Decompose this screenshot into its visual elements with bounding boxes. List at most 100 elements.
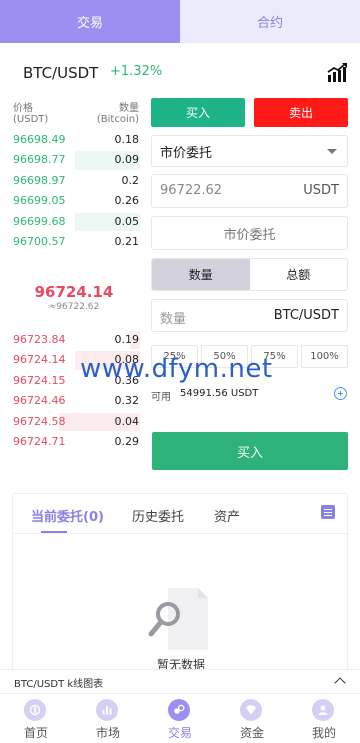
ask-price: 96724.15 (13, 373, 66, 387)
qty-column-unit: (Bitcoin) (96, 114, 139, 125)
active-tab-underline (41, 531, 67, 533)
nav-trade-label: 交易 (167, 726, 192, 740)
bid-row[interactable]: 96698.77 0.09 (0, 150, 148, 170)
last-price-approx: ≈96722.62 (48, 302, 100, 312)
bid-qty: 0.26 (114, 194, 140, 208)
tab-assets[interactable]: 资产 (214, 506, 240, 525)
ask-qty: 0.32 (114, 394, 140, 408)
last-price-value: 96724.14 (34, 283, 114, 301)
orders-panel: 当前委托(0) 历史委托 资产 暂无数据 (12, 493, 349, 673)
nav-market-label: 市场 (95, 726, 120, 740)
price-input[interactable]: 96722.62 USDT (151, 174, 348, 208)
ask-price: 96724.46 (13, 394, 66, 408)
ask-row[interactable]: 96723.84 0.19 (0, 330, 148, 350)
available-label: 可用 (151, 392, 171, 403)
ask-row[interactable]: 96724.15 0.36 (0, 371, 148, 391)
amount-mode-tabs: 数量 总额 (151, 258, 348, 291)
tab-order-history[interactable]: 历史委托 (132, 506, 184, 525)
market-order-field[interactable]: 市价委托 (151, 216, 348, 250)
bid-row[interactable]: 96700.57 0.21 (0, 232, 148, 252)
bid-list: 96698.49 0.18 96698.77 0.09 96698.97 0.2 96… (0, 130, 148, 252)
pair-header: BTC/USDT +1.32% (0, 60, 360, 88)
ask-price: 96724.14 (13, 353, 66, 367)
bid-price: 96698.97 (13, 173, 66, 187)
bid-row[interactable]: 96698.49 0.18 (0, 130, 148, 150)
price-column-label: 价格 (13, 103, 33, 114)
caret-down-icon (327, 149, 337, 154)
profile-icon (312, 699, 334, 721)
sell-tab-button[interactable]: 卖出 (254, 98, 348, 127)
bid-row[interactable]: 96699.68 0.05 (0, 212, 148, 232)
tab-current-orders[interactable]: 当前委托(0) (31, 506, 104, 525)
ask-price: 96724.58 (13, 414, 66, 428)
bid-qty: 0.21 (114, 234, 140, 248)
percent-50-button[interactable]: 50% (201, 345, 248, 368)
ask-qty: 0.36 (114, 373, 140, 387)
ask-qty: 0.04 (114, 414, 140, 428)
order-type-select[interactable]: 市价委托 (151, 135, 348, 167)
chart-icon[interactable] (326, 62, 348, 84)
available-amount: 54991.56 USDT (180, 388, 259, 399)
tab-spot-trade[interactable]: 交易 (0, 0, 180, 43)
buy-tab-button[interactable]: 买入 (151, 98, 245, 127)
price-column-unit: (USDT) (13, 114, 49, 125)
order-form: 买入 卖出 市价委托 96722.62 USDT 市价委托 数量 总额 数量 B… (151, 98, 348, 470)
ask-qty: 0.08 (114, 353, 140, 367)
ask-row[interactable]: 96724.14 0.08 (0, 350, 148, 370)
buy-sell-toggle: 买入 卖出 (151, 98, 348, 127)
quantity-placeholder: 数量 (160, 312, 187, 327)
ask-row[interactable]: 96724.71 0.29 (0, 432, 148, 452)
nav-funds-label: 资金 (239, 726, 264, 740)
ask-row[interactable]: 96724.46 0.32 (0, 391, 148, 411)
kline-toggle-bar[interactable]: BTC/USDT k线图表 (0, 669, 360, 693)
bid-row[interactable]: 96698.97 0.2 (0, 171, 148, 191)
nav-home-label: 首页 (23, 726, 48, 740)
nav-profile-label: 我的 (311, 726, 336, 740)
chevron-up-icon (334, 677, 346, 689)
tab-total[interactable]: 总额 (250, 259, 348, 290)
percent-25-button[interactable]: 25% (151, 345, 198, 368)
ask-qty: 0.29 (114, 434, 140, 448)
nav-funds[interactable]: 资金 (216, 694, 288, 743)
bid-price: 96699.05 (13, 194, 66, 208)
trade-icon (168, 699, 190, 721)
nav-market[interactable]: 市场 (72, 694, 144, 743)
percent-75-button[interactable]: 75% (251, 345, 298, 368)
ask-list: 96723.84 0.19 96724.14 0.08 96724.15 0.36 9… (0, 330, 148, 452)
ask-price: 96724.71 (13, 434, 66, 448)
ask-qty: 0.19 (114, 333, 140, 346)
last-price: 96724.14 ≈96722.62 (0, 283, 148, 312)
bid-price: 96700.57 (13, 234, 66, 248)
bid-price: 96698.49 (13, 133, 66, 146)
nav-home[interactable]: 首页 (0, 694, 72, 743)
ask-row[interactable]: 96724.58 0.04 (0, 412, 148, 432)
bid-qty: 0.05 (114, 214, 140, 228)
list-icon[interactable] (321, 505, 335, 519)
nav-profile[interactable]: 我的 (288, 694, 360, 743)
ask-price: 96723.84 (13, 333, 66, 346)
order-book-header: 价格 (USDT) 数量 (Bitcoin) (0, 96, 148, 130)
pair-name[interactable]: BTC/USDT (23, 64, 98, 82)
quantity-unit: BTC/USDT (273, 308, 339, 323)
bid-row[interactable]: 96699.05 0.26 (0, 191, 148, 211)
top-tabs: 交易 合约 (0, 0, 360, 43)
bid-qty: 0.09 (114, 153, 140, 167)
orders-tabs: 当前委托(0) 历史委托 资产 (13, 494, 349, 534)
qty-column-label: 数量 (119, 103, 139, 114)
pair-change: +1.32% (110, 64, 163, 79)
percent-buttons: 25% 50% 75% 100% (151, 345, 348, 368)
plus-circle-icon[interactable] (334, 387, 347, 400)
quantity-input[interactable]: 数量 BTC/USDT (151, 299, 348, 332)
tab-contract[interactable]: 合约 (180, 0, 360, 43)
submit-buy-button[interactable]: 买入 (152, 432, 348, 470)
bottom-nav: 首页 市场 交易 资金 我的 (0, 693, 360, 743)
nav-trade[interactable]: 交易 (144, 694, 216, 743)
percent-100-button[interactable]: 100% (301, 345, 348, 368)
order-book: 价格 (USDT) 数量 (Bitcoin) 96698.49 0.18 9669… (0, 96, 148, 252)
home-icon (24, 699, 46, 721)
bid-qty: 0.18 (114, 133, 140, 146)
empty-document-icon (148, 588, 208, 650)
price-input-value: 96722.62 (160, 183, 223, 198)
tab-quantity[interactable]: 数量 (152, 259, 250, 290)
price-unit: USDT (303, 183, 339, 198)
